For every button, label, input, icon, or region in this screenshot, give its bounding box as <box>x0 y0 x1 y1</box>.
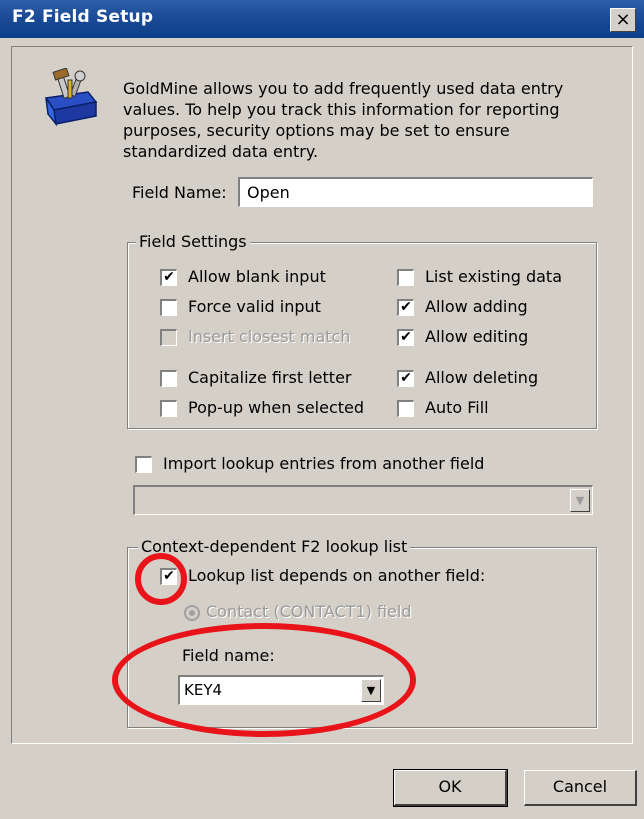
window-title: F2 Field Setup <box>12 7 154 27</box>
list-existing-data-checkbox[interactable] <box>397 269 414 286</box>
ok-button[interactable]: OK <box>393 769 508 807</box>
allow-adding-checkbox[interactable]: ✔ <box>397 299 414 316</box>
close-button[interactable]: × <box>610 8 636 32</box>
capitalize-first-letter-label: Capitalize first letter <box>188 368 352 387</box>
intro-text: GoldMine allows you to add frequently us… <box>123 79 564 161</box>
depends-on-field-label: Lookup list depends on another field: <box>188 566 486 585</box>
field-settings-legend: Field Settings <box>136 232 250 251</box>
insert-closest-match-checkbox <box>160 329 177 346</box>
contact-field-label: Contact (CONTACT1) field <box>206 602 412 621</box>
insert-closest-match-label: Insert closest match <box>188 327 351 346</box>
toolbox-icon <box>44 68 98 126</box>
allow-editing-checkbox[interactable]: ✔ <box>397 329 414 346</box>
context-lookup-legend: Context-dependent F2 lookup list <box>138 537 411 556</box>
allow-adding-label: Allow adding <box>425 297 528 316</box>
force-valid-input-label: Force valid input <box>188 297 321 316</box>
import-lookup-label: Import lookup entries from another field <box>163 454 485 473</box>
allow-blank-input-label: Allow blank input <box>188 267 326 286</box>
allow-deleting-label: Allow deleting <box>425 368 539 387</box>
import-lookup-checkbox[interactable] <box>135 456 152 473</box>
allow-blank-input-checkbox[interactable]: ✔ <box>160 269 177 286</box>
allow-deleting-checkbox[interactable]: ✔ <box>397 370 414 387</box>
field-name-label: Field Name: <box>132 183 227 202</box>
allow-editing-label: Allow editing <box>425 327 529 346</box>
cancel-button[interactable]: Cancel <box>524 770 637 806</box>
annotation-circle-checkbox <box>135 553 187 605</box>
popup-when-selected-label: Pop-up when selected <box>188 398 365 417</box>
close-icon: × <box>615 9 631 30</box>
auto-fill-label: Auto Fill <box>425 398 489 417</box>
list-existing-data-label: List existing data <box>425 267 563 286</box>
field-name-input[interactable]: Open <box>238 177 593 207</box>
auto-fill-checkbox[interactable] <box>397 400 414 417</box>
chevron-down-icon: ▼ <box>570 489 590 512</box>
force-valid-input-checkbox[interactable] <box>160 299 177 316</box>
capitalize-first-letter-checkbox[interactable] <box>160 370 177 387</box>
import-lookup-combo: ▼ <box>133 485 593 515</box>
popup-when-selected-checkbox[interactable] <box>160 400 177 417</box>
annotation-circle-field-name <box>112 623 416 737</box>
contact-field-radio <box>184 605 200 621</box>
